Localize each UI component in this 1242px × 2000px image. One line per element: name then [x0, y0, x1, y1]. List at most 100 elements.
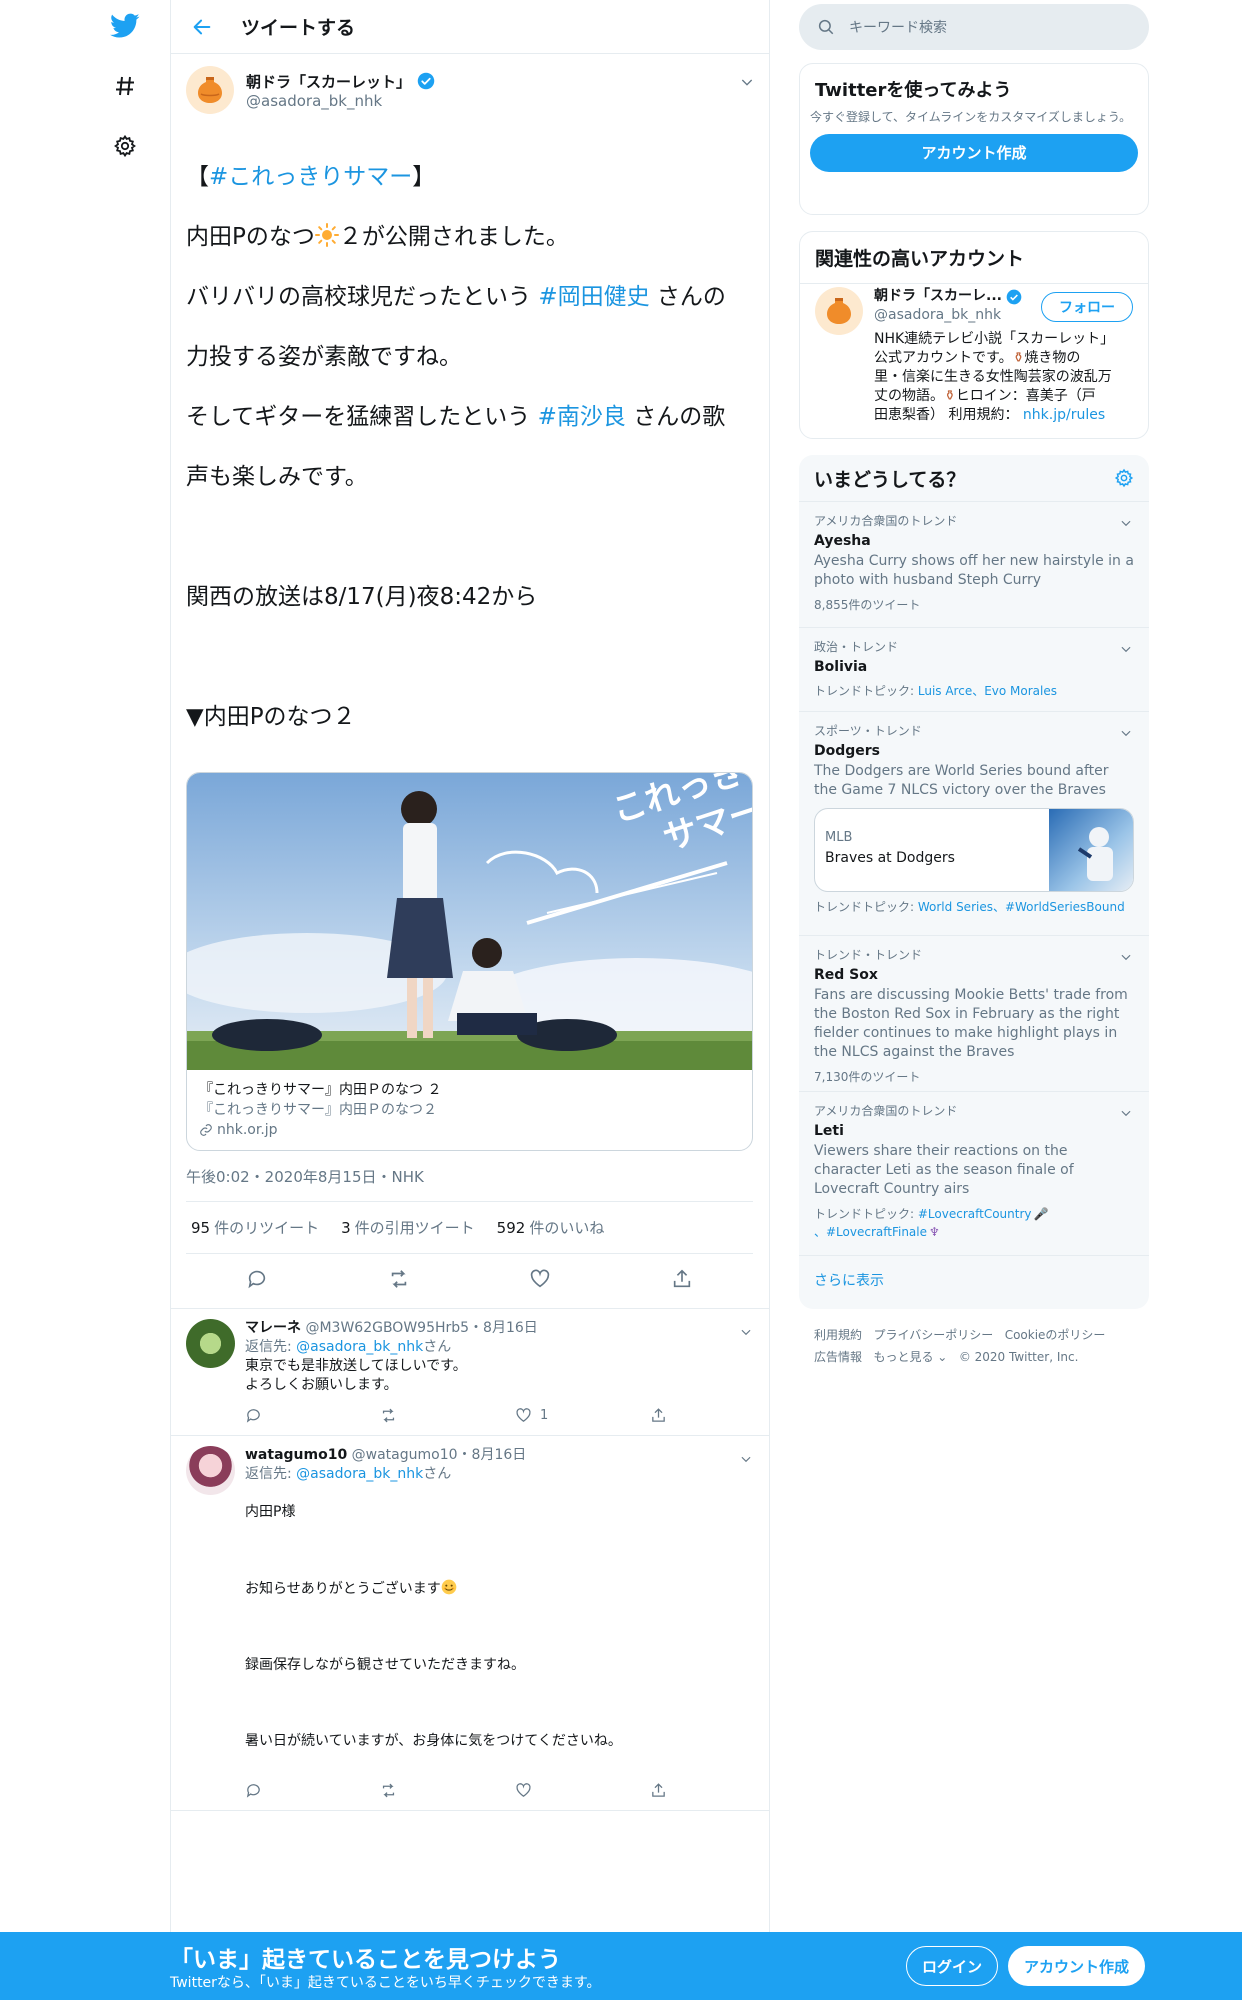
text: 公式アカウントです。	[874, 350, 1013, 366]
related-name: 朝ドラ「スカーレ...	[874, 288, 1002, 304]
reply-action[interactable]	[245, 1407, 380, 1424]
chevron-down-icon[interactable]	[1119, 950, 1133, 964]
author-name-row[interactable]: 朝ドラ「スカーレット」	[246, 71, 435, 92]
terms-link[interactable]: 利用規約	[814, 1328, 862, 1342]
trend-count: 8,855件のツイート	[814, 598, 921, 612]
trend-topics: トレンドトピック: Luis Arce、Evo Morales	[814, 682, 1134, 700]
hashtag-icon[interactable]	[105, 66, 145, 106]
reply-to-handle-link[interactable]: @asadora_bk_nhk	[296, 1339, 423, 1355]
like-heart-icon[interactable]	[529, 1268, 551, 1290]
more-link[interactable]: もっと見る	[873, 1350, 933, 1364]
tweet-line: 声も楽しみです。	[186, 464, 368, 490]
reply-icon[interactable]	[246, 1268, 268, 1290]
reply-tweet[interactable]: watagumo10 @watagumo10・8月16日 返信先: @asado…	[171, 1435, 769, 1811]
retweet-action[interactable]	[380, 1782, 515, 1799]
like-heart-icon	[516, 1782, 531, 1797]
trend-item[interactable]: アメリカ合衆国のトレンド Ayesha Ayesha Curry shows o…	[799, 501, 1149, 627]
text: お知らせありがとうございます	[245, 1581, 441, 1597]
trend-item[interactable]: 政治・トレンド Bolivia トレンドトピック: Luis Arce、Evo …	[799, 627, 1149, 711]
reply-header: マレーネ @M3W62GBOW95Hrb5・8月16日	[245, 1319, 785, 1338]
privacy-link[interactable]: プライバシーポリシー	[873, 1328, 993, 1342]
avatar[interactable]	[186, 1319, 235, 1368]
chevron-down-icon[interactable]	[1119, 516, 1133, 530]
likes-stat[interactable]: 592 件のいいね	[497, 1217, 605, 1238]
reply-action[interactable]	[245, 1782, 380, 1799]
card-image[interactable]: これっきりサマー	[187, 773, 752, 1070]
reply-author-name[interactable]: マレーネ	[245, 1320, 301, 1336]
trend-item[interactable]: トレンド・トレンド Red Sox Fans are discussing Mo…	[799, 935, 1149, 1091]
main-tweet: 朝ドラ「スカーレット」 @asadora_bk_nhk 【#これっきりサマー】 …	[171, 54, 769, 1304]
search-bar[interactable]: キーワード検索	[799, 4, 1149, 50]
reply-to-handle-link[interactable]: @asadora_bk_nhk	[296, 1466, 423, 1482]
related-title: 関連性の高いアカウント	[800, 232, 1148, 284]
show-more-link[interactable]: さらに表示	[814, 1273, 884, 1289]
like-action[interactable]	[515, 1782, 650, 1799]
search-icon	[817, 18, 835, 36]
chevron-down-icon[interactable]	[1119, 642, 1133, 656]
text: そしてギターを猛練習したという	[186, 404, 538, 430]
share-action[interactable]	[650, 1407, 785, 1424]
cookie-link[interactable]: Cookieのポリシー	[1005, 1328, 1106, 1342]
text: 【	[186, 164, 209, 190]
trend-item[interactable]: スポーツ・トレンド Dodgers The Dodgers are World …	[799, 711, 1149, 935]
chevron-down-icon[interactable]	[1119, 1106, 1133, 1120]
like-action[interactable]: 1	[515, 1406, 650, 1425]
reply-author-name[interactable]: watagumo10	[245, 1447, 347, 1463]
gear-icon[interactable]	[105, 126, 145, 166]
trend-topic-link[interactable]: 、#LovecraftFinale	[814, 1225, 927, 1239]
settings-gear-icon[interactable]	[1114, 468, 1134, 488]
login-button[interactable]: ログイン	[906, 1946, 998, 1986]
tweet-timestamp[interactable]: 午後0:02・2020年8月15日・NHK	[186, 1166, 753, 1202]
related-name-row[interactable]: 朝ドラ「スカーレ...	[874, 287, 1022, 306]
rules-link[interactable]: nhk.jp/rules	[1023, 407, 1105, 423]
chevron-down-icon[interactable]	[739, 1325, 753, 1339]
reply-text: 東京でも是非放送してほしいです。 よろしくお願いします。	[245, 1358, 467, 1393]
ads-info-link[interactable]: 広告情報	[814, 1350, 862, 1364]
reply-handle-date: @watagumo10・8月16日	[351, 1447, 527, 1463]
reply-text: 内田P様 お知らせありがとうございます 録画保存しながら観させていただきますね。…	[245, 1484, 785, 1770]
chevron-down-icon[interactable]	[739, 1452, 753, 1466]
create-account-button[interactable]: アカウント作成	[810, 134, 1138, 172]
trend-topic-link[interactable]: World Series、#WorldSeriesBound	[918, 900, 1125, 914]
trend-item[interactable]: アメリカ合衆国のトレンド Leti Viewers share their re…	[799, 1091, 1149, 1255]
text: さんの	[649, 284, 726, 310]
hashtag-link[interactable]: #南沙良	[538, 404, 626, 430]
chevron-down-icon[interactable]	[1119, 726, 1133, 740]
trend-topic-link[interactable]: #LovecraftCountry	[918, 1207, 1032, 1221]
reply-tweet[interactable]: マレーネ @M3W62GBOW95Hrb5・8月16日 返信先: @asador…	[171, 1308, 769, 1435]
follow-button[interactable]: フォロー	[1041, 292, 1133, 322]
avatar[interactable]	[186, 66, 234, 114]
tweet-text: 【#これっきりサマー】 内田Pのなつ ２が公開されました。 バリバリの高校球児だっ…	[186, 132, 754, 762]
text: 内田Pのなつ	[186, 224, 315, 250]
retweet-action[interactable]	[380, 1407, 515, 1424]
share-icon[interactable]	[671, 1268, 693, 1290]
trend-topics: トレンドトピック: World Series、#WorldSeriesBound	[814, 898, 1134, 916]
text: 】	[412, 164, 436, 190]
trend-topic-link[interactable]: Luis Arce、Evo Morales	[918, 684, 1057, 698]
tweet-line: 関西の放送は8/17(月)夜8:42から	[186, 584, 538, 610]
banner-signup-button[interactable]: アカウント作成	[1008, 1946, 1145, 1986]
tweet-author[interactable]: 朝ドラ「スカーレット」 @asadora_bk_nhk	[186, 64, 754, 116]
trend-event-card[interactable]: MLB Braves at Dodgers	[814, 808, 1134, 892]
back-arrow-icon[interactable]	[191, 16, 213, 38]
signup-title: Twitterを使ってみよう	[815, 80, 1012, 101]
search-input[interactable]: キーワード検索	[849, 17, 947, 37]
related-accounts-box: 関連性の高いアカウント 朝ドラ「スカーレ... @asadora_bk_nhk …	[799, 231, 1149, 439]
hashtag-link[interactable]: #これっきりサマー	[209, 164, 412, 190]
twitter-bird-icon[interactable]	[105, 6, 145, 46]
card-title: 『これっきりサマー』内田Ｐのなつ ２	[199, 1082, 442, 1098]
trend-topics: トレンドトピック: #LovecraftCountry 🎤 、#LovecraftF…	[814, 1205, 1134, 1241]
card-description: 『これっきりサマー』内田Ｐのなつ２	[199, 1102, 437, 1118]
quotes-stat[interactable]: 3 件の引用ツイート	[341, 1217, 475, 1238]
page-title: ツイートする	[241, 17, 356, 39]
retweet-icon[interactable]	[388, 1268, 410, 1290]
share-icon	[652, 1782, 665, 1797]
related-bio: NHK連続テレビ小説「スカーレット」 公式アカウントです。⚱焼き物の 里・信楽に…	[874, 330, 1139, 425]
share-action[interactable]	[650, 1782, 785, 1799]
chevron-down-icon[interactable]	[739, 74, 755, 90]
hashtag-link[interactable]: #岡田健史	[538, 284, 649, 310]
retweets-stat[interactable]: 95 件のリツイート	[191, 1217, 319, 1238]
avatar[interactable]	[815, 287, 863, 335]
link-card[interactable]: これっきりサマー 『これっきりサマー』内田Ｐのなつ ２ 『これっきりサマー』内田…	[186, 772, 753, 1151]
avatar[interactable]	[186, 1446, 235, 1495]
